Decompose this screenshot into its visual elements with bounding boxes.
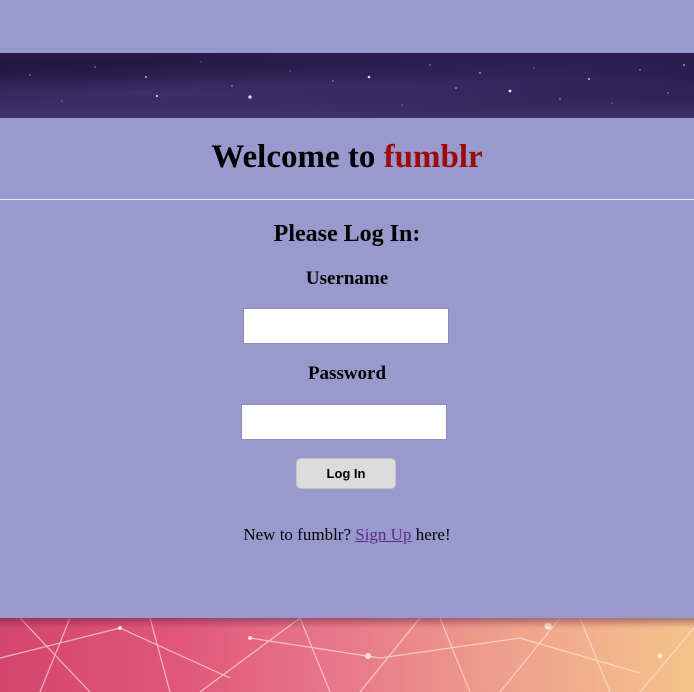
password-label: Password	[307, 363, 387, 384]
signup-prefix: New to fumblr?	[243, 525, 356, 544]
login-heading: Please Log In:	[273, 221, 421, 247]
signup-suffix: here!	[411, 525, 451, 544]
brand-name: fumblr	[383, 139, 483, 175]
footer-banner-image	[0, 618, 694, 692]
login-button[interactable]: Log In	[296, 458, 396, 489]
page-title-prefix: Welcome to	[211, 139, 384, 175]
header-divider	[0, 199, 694, 200]
signup-link[interactable]: Sign Up	[355, 525, 411, 544]
password-input[interactable]	[241, 404, 447, 440]
page-title: Welcome to fumblr	[0, 137, 694, 177]
header-banner-image	[0, 53, 694, 118]
username-label: Username	[305, 268, 389, 289]
username-input[interactable]	[243, 308, 449, 344]
signup-prompt: New to fumblr? Sign Up here!	[0, 524, 694, 546]
